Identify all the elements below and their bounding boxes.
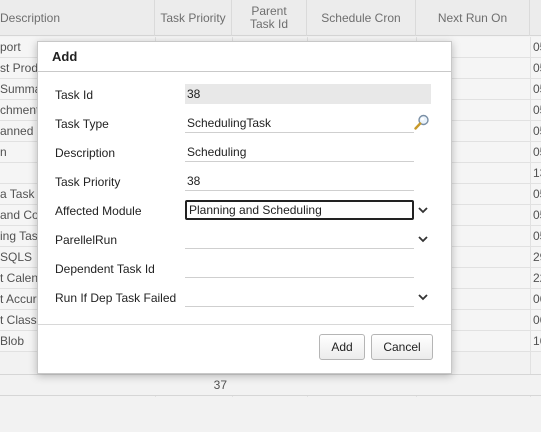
affected-module-select[interactable] — [185, 200, 414, 220]
task-priority-label: Task Priority — [55, 175, 121, 189]
row-task-priority: Task Priority — [38, 171, 451, 195]
task-priority-field[interactable] — [185, 171, 414, 191]
description-label: Description — [55, 146, 116, 160]
dependent-task-id-field[interactable] — [185, 258, 414, 278]
cancel-button[interactable]: Cancel — [371, 334, 433, 360]
task-type-field[interactable] — [185, 113, 414, 133]
task-type-label: Task Type — [55, 117, 109, 131]
dialog-footer-divider — [38, 324, 451, 325]
chevron-down-icon[interactable] — [414, 288, 431, 307]
chevron-down-icon[interactable] — [414, 201, 431, 220]
row-parallel-run: ParellelRun — [38, 229, 451, 253]
row-task-type: Task Type — [38, 113, 451, 137]
parallel-run-label: ParellelRun — [55, 233, 118, 247]
task-id-label: Task Id — [55, 88, 94, 102]
dialog-title: Add — [38, 42, 451, 72]
affected-module-label: Affected Module — [55, 204, 142, 218]
parallel-run-select[interactable] — [185, 229, 414, 249]
chevron-down-icon[interactable] — [414, 230, 431, 249]
row-run-if-dep-failed: Run If Dep Task Failed — [38, 287, 451, 311]
dependent-task-id-label: Dependent Task Id — [55, 262, 155, 276]
run-if-dep-failed-select[interactable] — [185, 287, 414, 307]
row-dependent-task-id: Dependent Task Id — [38, 258, 451, 282]
row-task-id: Task Id — [38, 84, 451, 108]
add-button[interactable]: Add — [319, 334, 365, 360]
row-description: Description — [38, 142, 451, 166]
magnifier-lookup-icon[interactable] — [413, 113, 431, 131]
description-field[interactable] — [185, 142, 414, 162]
add-task-dialog: Add Task Id Task Type Description Task P… — [37, 41, 452, 374]
run-if-dep-failed-label: Run If Dep Task Failed — [55, 291, 177, 305]
task-id-field — [185, 84, 431, 104]
row-affected-module: Affected Module — [38, 200, 451, 224]
